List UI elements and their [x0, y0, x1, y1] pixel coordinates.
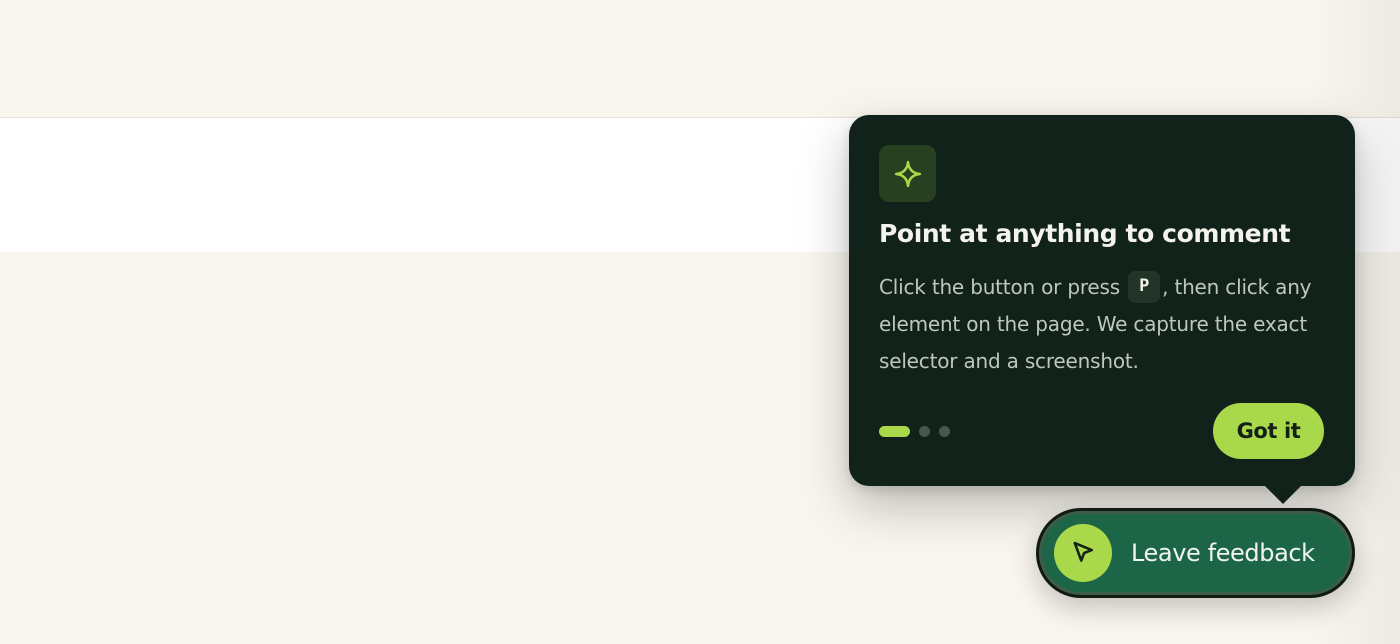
tooltip-pointer	[1264, 485, 1302, 504]
leave-feedback-button[interactable]: Leave feedback	[1036, 508, 1355, 598]
step-dot	[919, 425, 930, 437]
leave-feedback-label: Leave feedback	[1131, 539, 1315, 567]
onboarding-tooltip: Point at anything to comment Click the b…	[849, 115, 1355, 504]
onboarding-description-start: Click the button or press	[879, 275, 1127, 299]
page-header-area	[0, 0, 1400, 117]
keyboard-shortcut-key: P	[1128, 270, 1161, 303]
step-indicator	[879, 425, 950, 437]
sparkle-icon	[879, 145, 936, 202]
got-it-button[interactable]: Got it	[1213, 403, 1324, 459]
cursor-arrow-icon	[1054, 524, 1112, 582]
onboarding-title: Point at anything to comment	[879, 219, 1291, 248]
onboarding-description: Click the button or press P, then click …	[879, 269, 1329, 380]
step-dot	[939, 425, 950, 437]
page: Point at anything to comment Click the b…	[0, 0, 1400, 644]
step-dot-active	[879, 425, 910, 437]
